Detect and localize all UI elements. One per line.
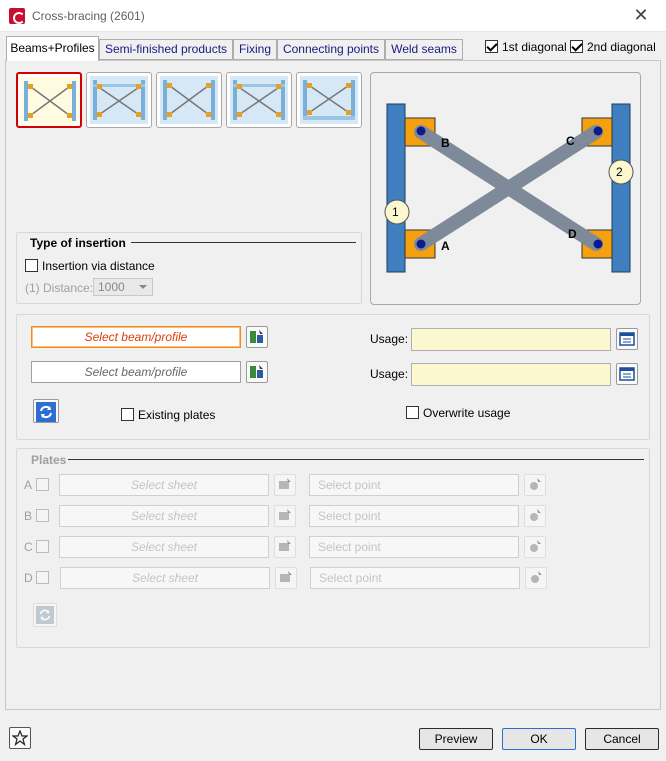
catalog-icon <box>619 367 635 381</box>
favorites-button[interactable] <box>9 727 31 749</box>
tab-beams-profiles[interactable]: Beams+Profiles <box>6 36 99 61</box>
plate-d-pick-point-button[interactable] <box>525 567 547 589</box>
usage-label-2: Usage: <box>370 367 409 381</box>
pick-sheet-icon <box>279 509 291 520</box>
plate-b-pick-sheet-button[interactable] <box>274 505 296 527</box>
refresh-icon <box>36 402 56 422</box>
insertion-via-distance-checkbox[interactable] <box>25 259 38 272</box>
title-bar: Cross-bracing (2601) ✕ <box>0 0 666 32</box>
column-marker-1: 1 <box>392 205 399 219</box>
plate-c-sheet-field[interactable]: Select sheet <box>59 536 269 558</box>
plate-d-checkbox[interactable] <box>36 571 49 584</box>
plate-c-checkbox[interactable] <box>36 540 49 553</box>
insertion-divider <box>131 242 356 243</box>
tab-semi-finished-products[interactable]: Semi-finished products <box>99 39 233 60</box>
point-label-b: B <box>441 136 450 150</box>
pick-beam-icon <box>250 330 263 343</box>
cross-variant-3-icon <box>160 76 218 124</box>
variant-thumbnail-5[interactable] <box>296 72 362 128</box>
point-label-d: D <box>568 227 577 241</box>
cross-bracing-preview: 1 2 B C A D <box>370 72 641 305</box>
app-logo-icon <box>9 8 25 24</box>
select-beam-1-field[interactable]: Select beam/profile <box>31 326 241 348</box>
point-label-a: A <box>441 239 450 253</box>
overwrite-usage-label: Overwrite usage <box>423 406 511 420</box>
first-diagonal-checkbox[interactable] <box>485 40 498 53</box>
cancel-button[interactable]: Cancel <box>585 728 659 750</box>
plate-c-pick-sheet-button[interactable] <box>274 536 296 558</box>
usage-field-1[interactable] <box>411 328 611 351</box>
tab-weld-seams[interactable]: Weld seams <box>385 39 463 60</box>
plate-a-letter: A <box>24 478 33 492</box>
tab-connecting-points[interactable]: Connecting points <box>277 39 385 60</box>
plate-d-letter: D <box>24 571 33 585</box>
existing-plates-checkbox[interactable] <box>121 408 134 421</box>
close-icon[interactable]: ✕ <box>630 4 652 26</box>
distance-label: (1) Distance: <box>25 281 94 295</box>
ok-button[interactable]: OK <box>502 728 576 750</box>
insertion-title: Type of insertion <box>30 236 126 250</box>
catalog-icon <box>619 332 635 346</box>
preview-button[interactable]: Preview <box>419 728 493 750</box>
pick-beam-1-button[interactable] <box>246 326 268 348</box>
second-diagonal-checkbox[interactable] <box>570 40 583 53</box>
usage-catalog-1-button[interactable] <box>616 328 638 350</box>
plate-a-pick-sheet-button[interactable] <box>274 474 296 496</box>
insertion-via-distance-label: Insertion via distance <box>42 259 155 273</box>
plate-d-pick-sheet-button[interactable] <box>275 567 297 589</box>
pick-sheet-icon <box>279 478 291 489</box>
variant-thumbnail-1[interactable] <box>16 72 82 128</box>
variant-thumbnail-3[interactable] <box>156 72 222 128</box>
plates-refresh-button[interactable] <box>33 603 57 627</box>
usage-label-1: Usage: <box>370 332 409 346</box>
distance-combobox[interactable]: 1000 <box>93 278 153 296</box>
pick-beam-icon <box>250 365 263 378</box>
refresh-icon <box>36 606 54 624</box>
plate-a-checkbox[interactable] <box>36 478 49 491</box>
column-marker-2: 2 <box>616 165 623 179</box>
cross-variant-1-icon <box>21 77 79 125</box>
plate-c-pick-point-button[interactable] <box>524 536 546 558</box>
cross-variant-4-icon <box>230 76 288 124</box>
plates-title: Plates <box>31 453 67 467</box>
plates-divider <box>68 459 644 460</box>
cross-bracing-diagram-icon <box>384 103 634 273</box>
plate-b-checkbox[interactable] <box>36 509 49 522</box>
plate-c-point-field[interactable]: Select point <box>309 536 519 558</box>
pick-point-icon <box>531 571 542 583</box>
pick-sheet-icon <box>279 540 291 551</box>
cross-variant-2-icon <box>90 76 148 124</box>
existing-plates-label: Existing plates <box>138 408 216 422</box>
plate-b-pick-point-button[interactable] <box>524 505 546 527</box>
select-beam-2-field[interactable]: Select beam/profile <box>31 361 241 383</box>
window-title: Cross-bracing (2601) <box>32 9 145 23</box>
pick-point-icon <box>530 540 541 552</box>
plate-b-letter: B <box>24 509 33 523</box>
overwrite-usage-checkbox[interactable] <box>406 406 419 419</box>
first-diagonal-label: 1st diagonal <box>502 40 567 54</box>
pick-sheet-icon <box>280 571 292 582</box>
plate-a-pick-point-button[interactable] <box>524 474 546 496</box>
usage-field-2[interactable] <box>411 363 611 386</box>
plate-d-point-field[interactable]: Select point <box>310 567 520 589</box>
refresh-button[interactable] <box>33 399 59 423</box>
point-label-c: C <box>566 134 575 148</box>
variant-thumbnail-4[interactable] <box>226 72 292 128</box>
cross-variant-5-icon <box>300 76 358 124</box>
plate-c-letter: C <box>24 540 33 554</box>
plate-d-sheet-field[interactable]: Select sheet <box>60 567 270 589</box>
pick-beam-2-button[interactable] <box>246 361 268 383</box>
plate-a-sheet-field[interactable]: Select sheet <box>59 474 269 496</box>
second-diagonal-label: 2nd diagonal <box>587 40 656 54</box>
plate-b-point-field[interactable]: Select point <box>309 505 519 527</box>
tab-fixing[interactable]: Fixing <box>233 39 277 60</box>
pick-point-icon <box>530 509 541 521</box>
usage-catalog-2-button[interactable] <box>616 363 638 385</box>
plate-a-point-field[interactable]: Select point <box>309 474 519 496</box>
variant-thumbnail-2[interactable] <box>86 72 152 128</box>
star-icon <box>12 730 28 746</box>
pick-point-icon <box>530 478 541 490</box>
plate-b-sheet-field[interactable]: Select sheet <box>59 505 269 527</box>
